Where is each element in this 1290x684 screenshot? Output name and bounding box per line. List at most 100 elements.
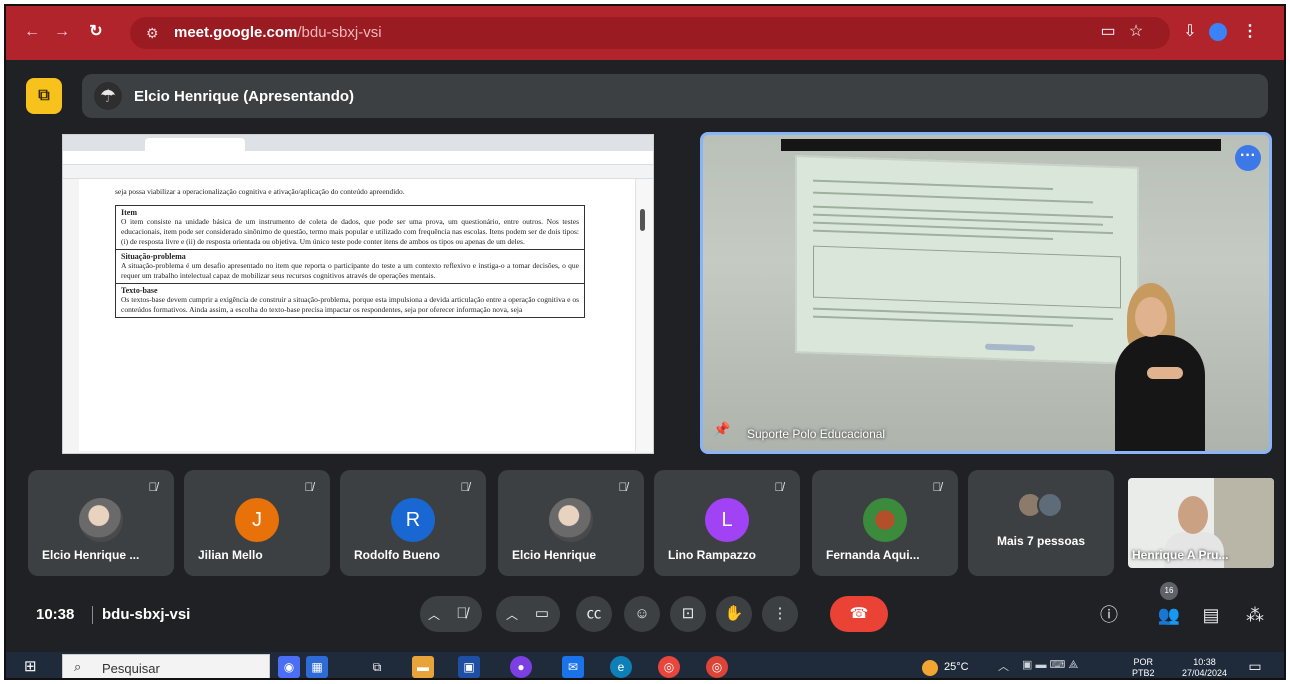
browser-menu-icon[interactable]: ⋮	[1238, 20, 1262, 44]
language-indicator[interactable]: POR PTB2	[1132, 657, 1155, 678]
url-text[interactable]: meet.google.com/bdu-sbxj-vsi	[174, 24, 382, 41]
participant-tile[interactable]: 🎙̸ J Jilian Mello	[184, 470, 330, 576]
more-people-tile[interactable]: Mais 7 pessoas	[968, 470, 1114, 576]
edge-icon[interactable]: e	[610, 656, 632, 678]
activities-icon[interactable]: ⁂	[1242, 602, 1268, 628]
participant-name: Jilian Mello	[198, 548, 263, 562]
avatar: L	[705, 498, 749, 542]
language-code: POR	[1133, 657, 1154, 667]
avatar	[79, 498, 123, 542]
participant-name: Fernanda Aqui...	[826, 548, 920, 562]
document-lead: seja possa viabilizar a operacionalizaçã…	[115, 187, 405, 196]
mic-off-icon: 🎙̸	[304, 480, 314, 494]
meeting-info-icon[interactable]: ⓘ	[1096, 602, 1122, 628]
taskbar-search-box[interactable]	[62, 654, 270, 678]
app-icon[interactable]: ●	[510, 656, 532, 678]
pin-icon[interactable]: 📌	[713, 421, 730, 441]
file-explorer-icon[interactable]: ▬	[412, 656, 434, 678]
mic-off-icon: 🎙̸	[148, 480, 158, 494]
document-section: Texto-base Os textos-base devem cumprir …	[115, 283, 585, 318]
pinned-participant-name: Suporte Polo Educacional	[747, 427, 886, 441]
participant-name: Lino Rampazzo	[668, 548, 757, 562]
participant-tile[interactable]: 🎙̸ Fernanda Aqui...	[812, 470, 958, 576]
forward-icon[interactable]: →	[50, 20, 74, 44]
leave-call-button[interactable]: ☎	[830, 596, 888, 632]
mic-off-icon: 🎙̸	[774, 480, 784, 494]
notification-icon[interactable]: ▭	[1246, 658, 1264, 676]
self-name: Henrique A Pru...	[1132, 548, 1229, 562]
taskbar-files-icon[interactable]: ▦	[306, 656, 328, 678]
participant-tile[interactable]: 🎙̸ L Lino Rampazzo	[654, 470, 800, 576]
projector-bar	[781, 139, 1221, 151]
mic-off-icon: 🎙̸	[460, 480, 470, 494]
tray-icons[interactable]: ▣ ▬ ⌨ ⟁	[1022, 658, 1078, 672]
presenter-avatar: ☂	[94, 82, 122, 110]
reload-icon[interactable]: ↻	[84, 20, 108, 44]
shared-scrollbar	[635, 179, 653, 451]
presentation-icon[interactable]: ⧉	[26, 78, 62, 114]
avatar: R	[391, 498, 435, 542]
windows-start-icon[interactable]: ⊞	[24, 658, 42, 676]
chrome-icon[interactable]: ◎	[658, 656, 680, 678]
mail-icon[interactable]: ✉	[562, 656, 584, 678]
more-people-avatars	[1017, 492, 1065, 522]
camera-toggle-icon[interactable]: ▭	[524, 596, 560, 632]
avatar	[549, 498, 593, 542]
site-info-icon[interactable]: ⚙	[146, 23, 166, 43]
more-people-label: Mais 7 pessoas	[996, 534, 1086, 548]
clock-time: 10:38	[1193, 657, 1216, 667]
raise-hand-icon[interactable]: ✋	[716, 596, 752, 632]
task-view-icon[interactable]: ⧉	[366, 656, 388, 678]
participant-tile[interactable]: 🎙̸ Elcio Henrique ...	[28, 470, 174, 576]
shared-browser-address	[63, 151, 653, 165]
chrome-profile-icon[interactable]: ◎	[706, 656, 728, 678]
meeting-code: bdu-sbxj-vsi	[102, 606, 191, 623]
avatar: J	[235, 498, 279, 542]
back-icon[interactable]: ←	[20, 20, 44, 44]
section-body: Os textos-base devem cumprir a exigência…	[121, 295, 579, 315]
people-icon[interactable]: 👥	[1156, 602, 1182, 628]
projection-screen	[795, 154, 1139, 366]
avatar	[863, 498, 907, 542]
document-section: Situação-problema A situação-problema é …	[115, 249, 585, 284]
more-options-icon[interactable]: ⋮	[762, 596, 798, 632]
temperature: 25°C	[944, 661, 969, 673]
url-path: /bdu-sbxj-vsi	[297, 24, 382, 41]
section-heading: Texto-base	[121, 285, 158, 295]
more-options-icon[interactable]: ···	[1235, 145, 1261, 171]
clock-date: 27/04/2024	[1182, 668, 1228, 678]
keyboard-layout: PTB2	[1132, 668, 1155, 678]
self-video	[1178, 496, 1208, 534]
present-screen-icon[interactable]: ⊡	[670, 596, 706, 632]
pinned-participant-tile[interactable]: ··· 📌 Suporte Polo Educacional	[700, 132, 1272, 454]
participant-tile[interactable]: 🎙̸ Elcio Henrique	[498, 470, 644, 576]
screen-frame: ← → ↻ ⚙ meet.google.com/bdu-sbxj-vsi ▭ ☆…	[4, 4, 1286, 680]
people-count-badge: 16	[1160, 582, 1178, 600]
participant-tile[interactable]: 🎙̸ R Rodolfo Bueno	[340, 470, 486, 576]
chat-icon[interactable]: ▤	[1198, 602, 1224, 628]
mic-off-icon: 🎙̸	[618, 480, 628, 494]
shared-pdf-toolbar	[63, 165, 653, 179]
captions-icon[interactable]: ㏄	[576, 596, 612, 632]
store-icon[interactable]: ▣	[458, 656, 480, 678]
download-icon[interactable]: ⇩	[1178, 20, 1202, 44]
section-body: A situação-problema é um desafio apresen…	[121, 261, 579, 280]
taskbar-widgets-icon[interactable]: ◉	[278, 656, 300, 678]
profile-avatar[interactable]	[1209, 23, 1227, 41]
search-icon: ⌕	[74, 659, 82, 674]
taskbar-search-placeholder: Pesquisar	[102, 661, 160, 676]
mic-toggle-button[interactable]: 🎙̸	[444, 596, 480, 632]
tray-chevron-icon[interactable]: ︿	[998, 658, 1009, 674]
section-body: O item consiste na unidade básica de um …	[121, 217, 579, 246]
chevron-up-icon[interactable]: ︿	[428, 606, 440, 623]
emoji-icon[interactable]: ☺	[624, 596, 660, 632]
weather-icon[interactable]	[922, 660, 938, 676]
document-text: seja possa viabilizar a operacionalizaçã…	[115, 179, 585, 318]
taskbar-clock[interactable]: 10:38 27/04/2024	[1182, 657, 1228, 678]
chevron-up-icon[interactable]: ︿	[506, 606, 518, 623]
camera-icon[interactable]: ▭	[1096, 20, 1120, 44]
participant-name: Elcio Henrique ...	[42, 548, 140, 562]
meeting-time: 10:38	[36, 606, 75, 623]
self-view-tile[interactable]: Henrique A Pru...	[1128, 478, 1274, 568]
bookmark-star-icon[interactable]: ☆	[1124, 20, 1148, 44]
